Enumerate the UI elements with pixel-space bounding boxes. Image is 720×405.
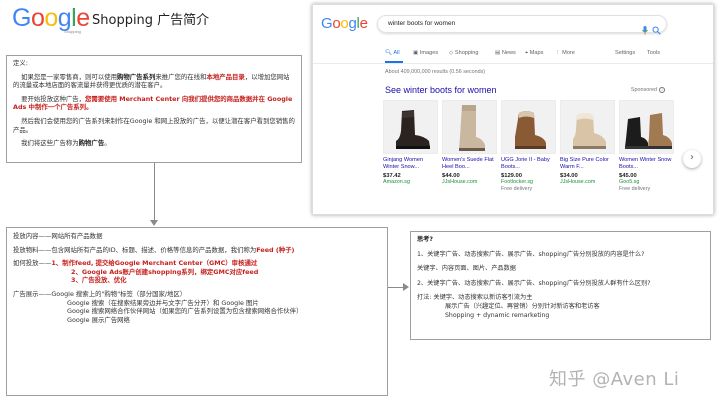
product-shipping: Free delivery bbox=[501, 186, 533, 192]
product-card[interactable]: Ginjang Women Winter Snow... $37.42 Amaz… bbox=[383, 100, 438, 210]
definition-paragraph-1: 如果您是一家零售商，则可以使用购物广告系列来推广您的在线和本地产品目录，以增加您… bbox=[13, 72, 290, 90]
step-2: 2、Google Ads账户创建shopping系列，绑定GMC对应feed bbox=[71, 267, 259, 276]
slide-title: Shopping 广告简介 bbox=[92, 13, 210, 28]
answer-2-line: 打法: 关键字、动态搜索以新访客引流为主 bbox=[417, 294, 533, 302]
definition-paragraph-4: 我们将这些广告称为购物广告。 bbox=[21, 139, 111, 148]
google-logo[interactable]: Google bbox=[321, 15, 368, 32]
content-materials: 投放物料——包含网站所有产品的ID、标题、描述、价格等信息的产品数据，我们称为F… bbox=[13, 245, 295, 254]
tab-settings[interactable]: Settings bbox=[615, 50, 635, 56]
product-shipping: Free delivery bbox=[619, 186, 651, 192]
product-title[interactable]: Women Winter Snow Boots... bbox=[619, 157, 674, 171]
tab-all[interactable]: 🔍︎ All bbox=[385, 50, 400, 56]
product-image[interactable] bbox=[501, 100, 556, 154]
content-box: 投放内容——网站所有产品数据 投放物料——包含网站所有产品的ID、标题、描述、价… bbox=[6, 227, 388, 396]
display-item: Google 搜索网络合作伙伴网站（如果您的广告系列设置为包含搜索网络合作伙伴） bbox=[67, 307, 303, 316]
product-title[interactable]: Big Size Pure Color Warm F... bbox=[560, 157, 615, 171]
content-line: 投放内容——网站所有产品数据 bbox=[13, 232, 103, 240]
arrow-right-icon bbox=[403, 283, 409, 291]
thinking-title: 思考? bbox=[417, 236, 433, 243]
search-tabs: 🔍︎ All ▣ Images ◇ Shopping ▤ News ⌖ Maps… bbox=[385, 50, 705, 60]
shopping-ad-carousel: Ginjang Women Winter Snow... $37.42 Amaz… bbox=[383, 100, 675, 210]
google-search-screenshot: Google winter boots for women 🔍︎ All ▣ I… bbox=[312, 4, 714, 215]
tab-tools[interactable]: Tools bbox=[647, 50, 660, 56]
chevron-right-icon[interactable]: › bbox=[683, 150, 701, 168]
product-store: Amazon.sg bbox=[383, 179, 410, 185]
product-title[interactable]: Women's Suede Flat Heel Boo... bbox=[442, 157, 497, 171]
thinking-box: 思考? 1、关键字广告、动态搜索广告、展示广告、shopping广告分别投放的内… bbox=[410, 231, 711, 340]
connector-line bbox=[154, 163, 155, 221]
info-icon[interactable]: i bbox=[659, 87, 665, 93]
search-query: winter boots for women bbox=[388, 20, 456, 27]
google-logo: Google bbox=[12, 4, 90, 32]
answer-2-line: Shopping + dynamic remarketing bbox=[445, 311, 550, 319]
connector-line bbox=[388, 287, 404, 288]
product-store: Footlocker.sg bbox=[501, 179, 534, 185]
question-2: 2、关键字广告、动态搜索广告、展示广告、shopping广告分别投放人群有什么区… bbox=[417, 279, 651, 287]
answer-2-line: 展示广告（兴趣定位、再营销）分别针对新访客和老访客 bbox=[445, 302, 600, 310]
question-1: 1、关键字广告、动态搜索广告、展示广告、shopping广告分别投放的内容是什么… bbox=[417, 250, 645, 258]
step-3: 3、广告投放、优化 bbox=[71, 276, 127, 285]
product-title[interactable]: Ginjang Women Winter Snow... bbox=[383, 157, 438, 171]
product-card[interactable]: Big Size Pure Color Warm F... $34.00 JJs… bbox=[560, 100, 615, 210]
search-input[interactable]: winter boots for women bbox=[377, 15, 667, 35]
answer-1: 关键字、内容页面、图片、产品数据 bbox=[417, 265, 516, 273]
tab-maps[interactable]: ⌖ Maps bbox=[525, 50, 543, 57]
arrow-down-icon bbox=[150, 220, 158, 226]
product-store: Goo5.sg bbox=[619, 179, 640, 185]
sponsored-label: Sponsored bbox=[630, 87, 657, 93]
how-to-launch: 如何投放——1、制作feed, 提交给Google Merchant Cente… bbox=[13, 259, 258, 268]
product-image[interactable] bbox=[619, 100, 674, 154]
product-card[interactable]: Women's Suede Flat Heel Boo... $44.00 JJ… bbox=[442, 100, 497, 210]
product-image[interactable] bbox=[442, 100, 497, 154]
display-item: Google 展示广告网络 bbox=[67, 315, 130, 324]
search-icon[interactable] bbox=[652, 20, 661, 35]
tab-shopping[interactable]: ◇ Shopping bbox=[449, 50, 479, 56]
definition-label: 定义: bbox=[13, 59, 28, 67]
display-label: 广告展示——Google 搜索上的"购物"标签（部分国家/地区） bbox=[13, 289, 187, 298]
tab-more[interactable]: ⋮ More bbox=[555, 50, 575, 56]
shopping-ads-title[interactable]: See winter boots for women bbox=[385, 85, 497, 95]
tab-images[interactable]: ▣ Images bbox=[413, 50, 438, 56]
product-card[interactable]: UGG Jorie II - Baby Boots... $129.00 Foo… bbox=[501, 100, 556, 210]
definition-paragraph-2: 要开始投放这种广告，您需要使用 Merchant Center 向我们提供您的商… bbox=[13, 94, 293, 112]
product-store: JJsHouse.com bbox=[442, 179, 478, 185]
product-card[interactable]: Women Winter Snow Boots... $45.00 Goo5.s… bbox=[619, 100, 674, 210]
product-image[interactable] bbox=[383, 100, 438, 154]
product-image[interactable] bbox=[560, 100, 615, 154]
watermark: 知乎 @Aven Li bbox=[549, 369, 680, 390]
definition-box: 定义: 如果您是一家零售商，则可以使用购物广告系列来推广您的在线和本地产品目录，… bbox=[6, 55, 302, 163]
logo-subtitle: Shopping bbox=[64, 29, 81, 34]
microphone-icon[interactable] bbox=[642, 20, 648, 35]
tab-news[interactable]: ▤ News bbox=[495, 50, 516, 56]
product-title[interactable]: UGG Jorie II - Baby Boots... bbox=[501, 157, 556, 171]
display-item: Google 搜索（在搜索结果旁边并与文字广告分开）和 Google 图片 bbox=[67, 298, 259, 307]
definition-paragraph-3: 然后我们会使用您的广告系列来制作在Google 和网上投放的广告，以便让潜在客户… bbox=[13, 116, 295, 134]
divider bbox=[313, 63, 713, 64]
product-store: JJsHouse.com bbox=[560, 179, 596, 185]
results-count: About 409,000,000 results (0.56 seconds) bbox=[385, 69, 486, 75]
